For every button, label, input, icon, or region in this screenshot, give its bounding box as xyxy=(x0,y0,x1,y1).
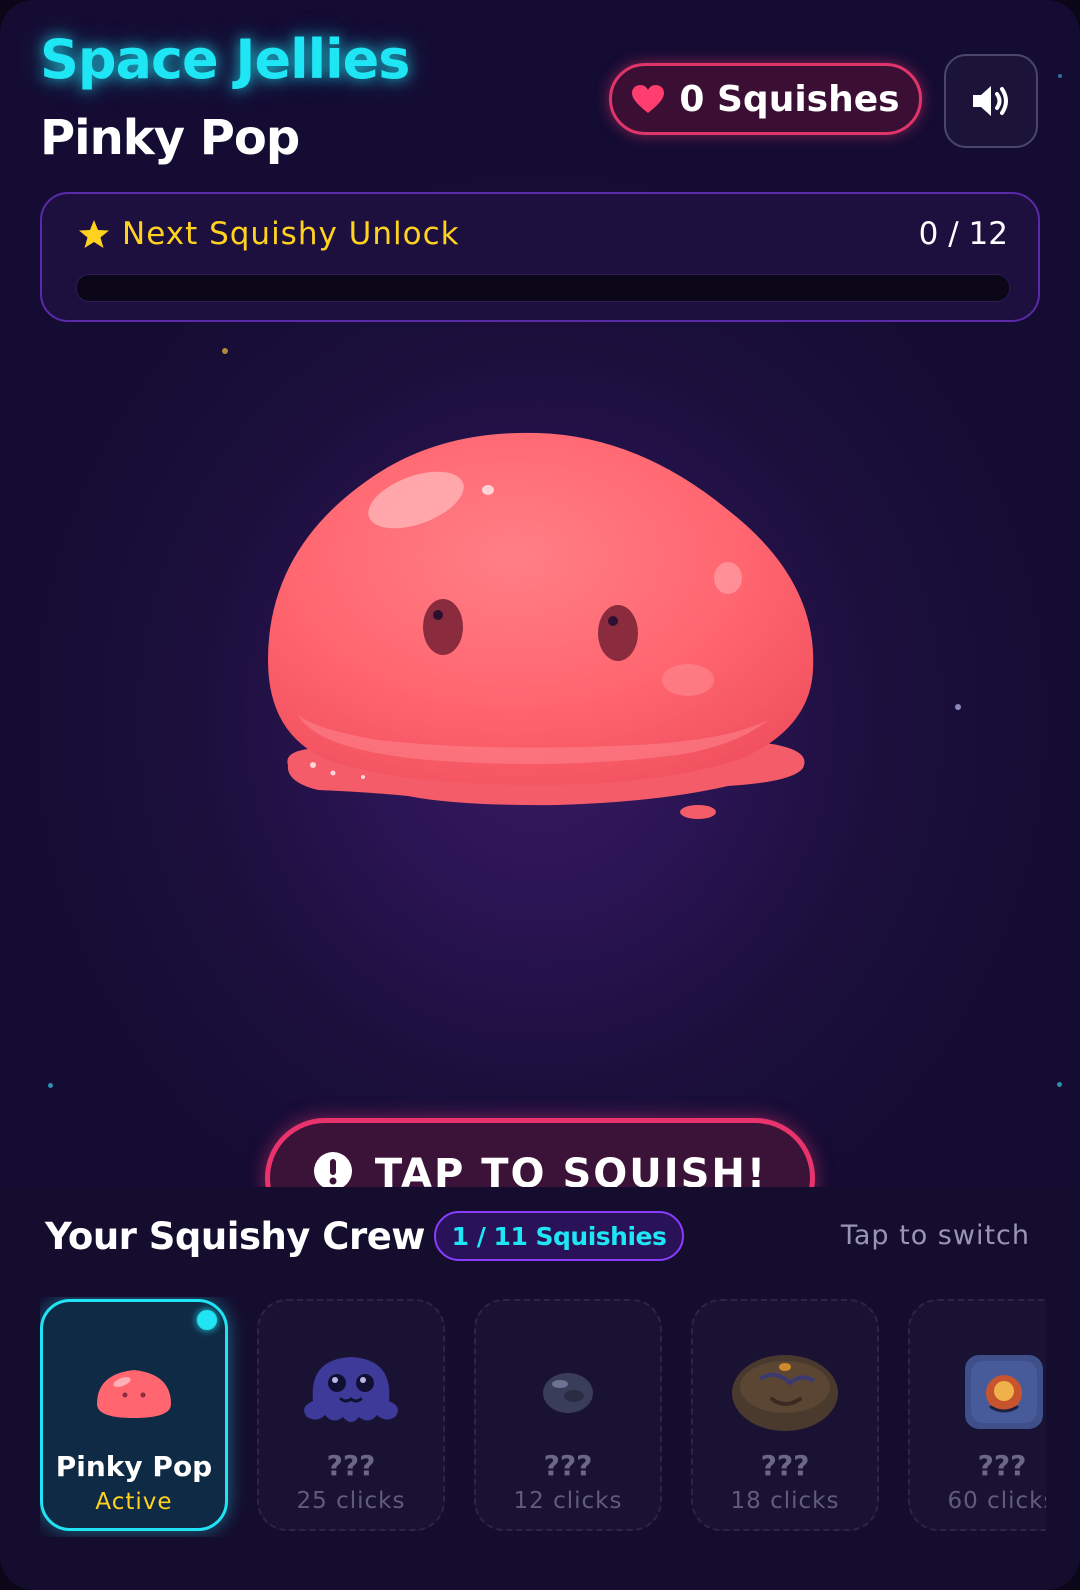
pink-jelly-icon xyxy=(97,1370,171,1418)
squish-count-text: 0 Squishes xyxy=(679,78,900,120)
crew-card-name: ??? xyxy=(326,1449,376,1482)
heart-icon xyxy=(632,85,665,113)
unlock-progress-bar xyxy=(76,274,1010,302)
pink-jelly-icon xyxy=(268,432,814,819)
squishy-crew-panel: Your Squishy Crew 1 / 11 Squishies Tap t… xyxy=(0,1187,1080,1590)
unlock-fraction: 0 / 12 xyxy=(918,216,1008,252)
crew-hint: Tap to switch xyxy=(840,1220,1030,1251)
game-screen: Space Jellies Pinky Pop 0 Squishes Next … xyxy=(0,0,1080,1590)
star-dot xyxy=(48,1083,53,1088)
crew-card-name: ??? xyxy=(543,1449,593,1482)
crew-card-status: Active xyxy=(95,1489,173,1515)
crew-card-requirement: 18 clicks xyxy=(730,1488,840,1514)
unlock-progress-card: Next Squishy Unlock 0 / 12 xyxy=(40,192,1040,322)
crew-card-locked[interactable]: ??? 12 clicks xyxy=(474,1299,662,1531)
dark-blob-icon xyxy=(543,1373,593,1413)
crew-card-locked[interactable]: ??? 18 clicks xyxy=(691,1299,879,1531)
active-indicator-dot xyxy=(197,1310,217,1330)
crew-card-requirement: 25 clicks xyxy=(296,1488,406,1514)
crew-card-requirement: 60 clicks xyxy=(947,1488,1046,1514)
star-icon xyxy=(79,220,109,248)
crew-count-badge: 1 / 11 Squishies xyxy=(434,1211,684,1261)
crew-card-requirement: 12 clicks xyxy=(513,1488,623,1514)
pinky-pop-jelly[interactable] xyxy=(258,430,828,850)
alert-icon xyxy=(313,1152,352,1190)
star-dot xyxy=(1057,1082,1062,1087)
crew-list: Pinky Pop Active ??? 25 clicks ??? 12 cl… xyxy=(40,1297,1046,1537)
crew-card-name: Pinky Pop xyxy=(55,1450,213,1483)
crew-card-locked[interactable]: ??? 60 clicks xyxy=(908,1299,1046,1531)
crew-card-name: ??? xyxy=(760,1449,810,1482)
unlock-label: Next Squishy Unlock xyxy=(122,216,460,252)
sound-toggle-button[interactable] xyxy=(944,54,1038,148)
squish-counter: 0 Squishes xyxy=(609,63,922,135)
crew-card-name: ??? xyxy=(977,1449,1027,1482)
current-jelly-name: Pinky Pop xyxy=(40,110,300,166)
star-dot xyxy=(222,348,228,354)
star-dot xyxy=(955,704,961,710)
bun-jelly-icon xyxy=(732,1355,838,1431)
crew-card-pinky-pop[interactable]: Pinky Pop Active xyxy=(40,1299,228,1531)
cube-jelly-icon xyxy=(965,1355,1043,1429)
speaker-volume-icon xyxy=(973,86,1008,116)
crew-card-locked[interactable]: ??? 25 clicks xyxy=(257,1299,445,1531)
blue-octopus-icon xyxy=(304,1357,398,1422)
star-dot xyxy=(1058,74,1062,78)
game-title: Space Jellies xyxy=(40,28,410,91)
crew-title: Your Squishy Crew xyxy=(45,1215,425,1258)
